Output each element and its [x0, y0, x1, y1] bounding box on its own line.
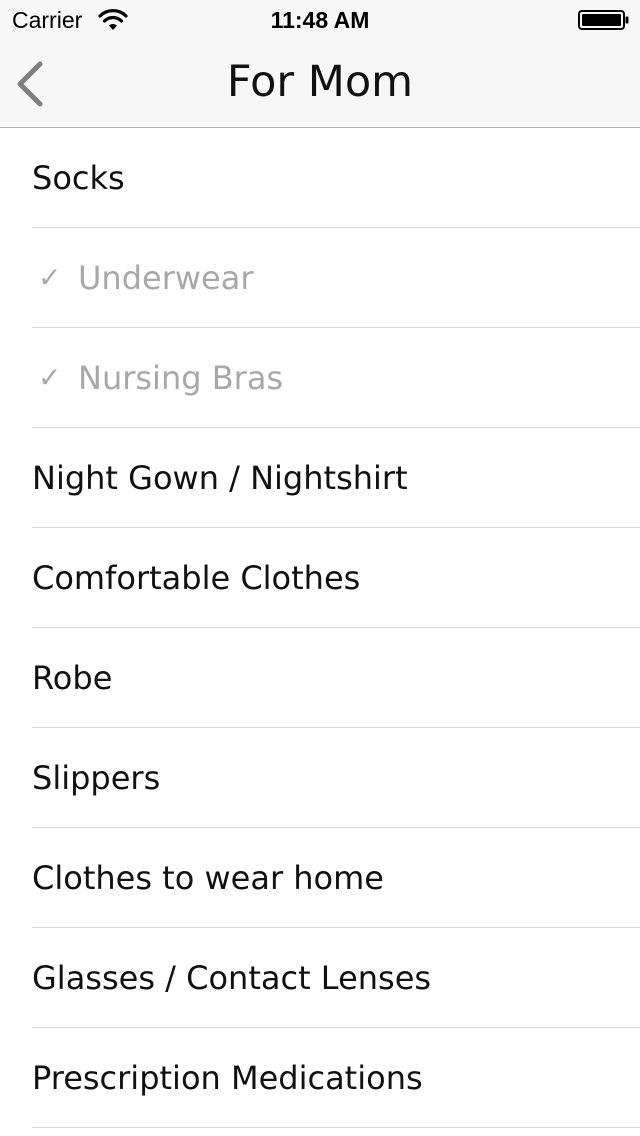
navigation-bar: For Mom — [0, 40, 640, 128]
list-item-label: Prescription Medications — [32, 1059, 423, 1097]
list-item-label: Clothes to wear home — [32, 859, 384, 897]
list-item[interactable]: Slippers — [0, 728, 640, 828]
list-item-label: Socks — [32, 159, 125, 197]
back-button[interactable] — [10, 58, 54, 110]
list-item[interactable]: Socks — [0, 128, 640, 228]
list-item-label: Glasses / Contact Lenses — [32, 959, 432, 997]
status-time: 11:48 AM — [270, 7, 370, 33]
chevron-left-icon — [17, 61, 43, 107]
list-item[interactable]: Robe — [0, 628, 640, 728]
list-item-label: Nursing Bras — [78, 359, 284, 397]
list-item-label: Comfortable Clothes — [32, 559, 361, 597]
list-item-label: Night Gown / Nightshirt — [32, 459, 408, 497]
list-item[interactable]: Night Gown / Nightshirt — [0, 428, 640, 528]
checkmark-icon: ✓ — [38, 261, 62, 294]
checkmark-icon: ✓ — [38, 361, 62, 394]
list-item[interactable]: Prescription Medications — [0, 1028, 640, 1128]
page-title: For Mom — [226, 57, 414, 107]
battery-icon — [578, 10, 629, 30]
list-item[interactable]: ✓ Nursing Bras — [0, 328, 640, 428]
list-item-label: Robe — [32, 659, 113, 697]
checklist: Socks ✓ Underwear ✓ Nursing Bras Night Gown /… — [0, 128, 640, 1128]
list-item[interactable]: Comfortable Clothes — [0, 528, 640, 628]
list-item[interactable]: Glasses / Contact Lenses — [0, 928, 640, 1028]
list-item-label: Underwear — [78, 259, 254, 297]
list-item-label: Slippers — [32, 759, 161, 797]
list-item[interactable]: ✓ Underwear — [0, 228, 640, 328]
list-item[interactable]: Clothes to wear home — [0, 828, 640, 928]
status-bar: Carrier 11:48 AM — [0, 0, 640, 40]
